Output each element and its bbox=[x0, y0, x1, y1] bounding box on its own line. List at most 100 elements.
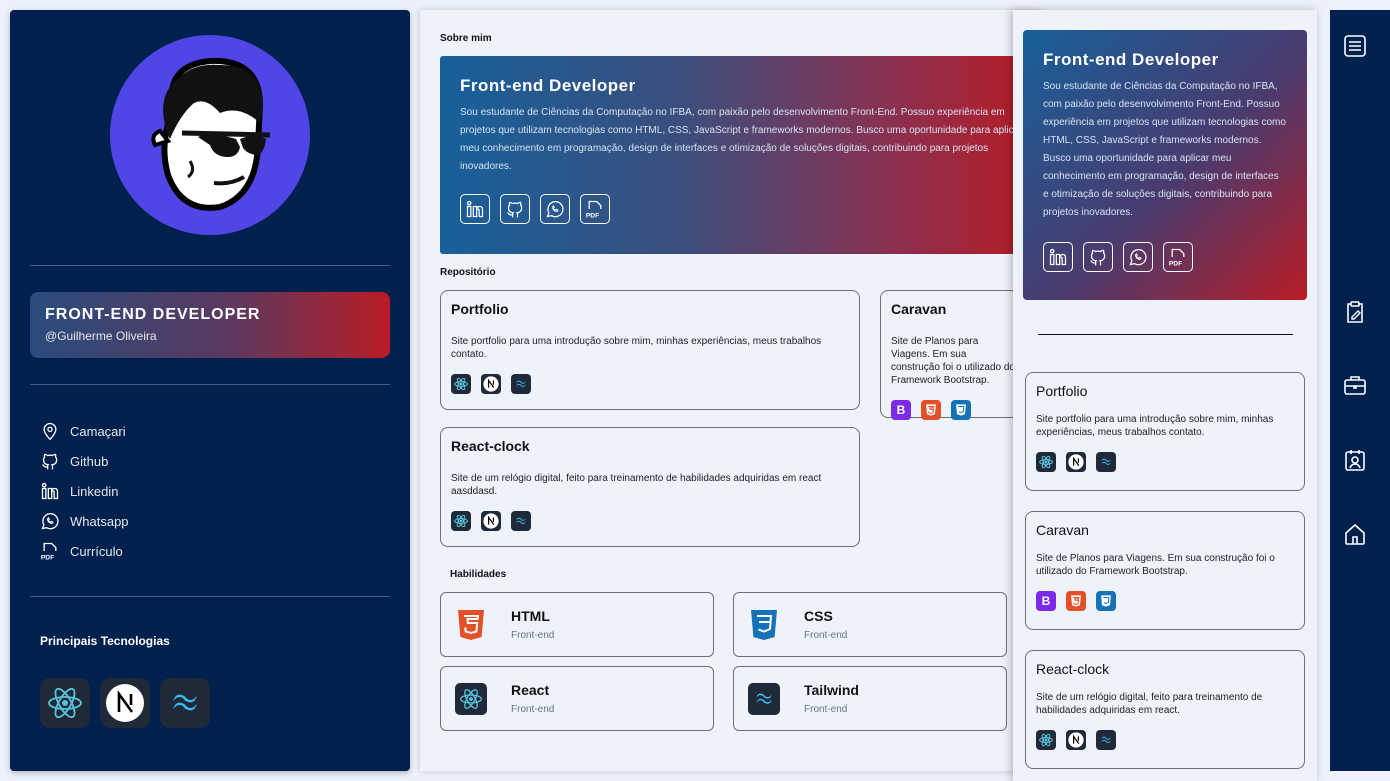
profile-sidebar: FRONT-END DEVELOPER @Guilherme Oliveira … bbox=[10, 10, 410, 771]
github-button[interactable] bbox=[1083, 242, 1113, 272]
contact-label: Camaçari bbox=[70, 423, 126, 439]
repo-heading: Repositório bbox=[440, 267, 496, 278]
skill-name: HTML bbox=[511, 608, 550, 624]
repo-card-react-clock[interactable]: React-clock Site de um relógio digital, … bbox=[440, 427, 860, 547]
react-icon bbox=[1036, 452, 1056, 472]
resume-button[interactable]: PDF bbox=[1163, 242, 1193, 272]
github-button[interactable] bbox=[500, 194, 530, 224]
nextjs-icon bbox=[481, 374, 501, 394]
developer-title-card: FRONT-END DEVELOPER @Guilherme Oliveira bbox=[30, 292, 390, 358]
tailwind-icon bbox=[511, 511, 531, 531]
react-icon bbox=[451, 511, 471, 531]
whatsapp-button[interactable] bbox=[540, 194, 570, 224]
whatsapp-icon bbox=[41, 513, 59, 530]
developer-handle: @Guilherme Oliveira bbox=[45, 329, 157, 343]
tailwind-icon bbox=[748, 682, 780, 715]
nextjs-icon bbox=[481, 511, 501, 531]
contact-label: Github bbox=[70, 453, 109, 469]
html5-icon bbox=[1066, 591, 1086, 611]
tailwind-icon bbox=[511, 374, 531, 394]
mobile-preview-panel: Front-end Developer Sou estudante de Ciê… bbox=[1013, 10, 1317, 781]
resume-button[interactable]: PDF bbox=[580, 194, 610, 224]
panel-repo-card-portfolio[interactable]: Portfolio Site portfolio para uma introd… bbox=[1025, 372, 1305, 491]
contact-resume[interactable]: PDF Currículo bbox=[40, 540, 123, 562]
developer-title: FRONT-END DEVELOPER bbox=[45, 306, 261, 323]
contact-label: Currículo bbox=[70, 543, 123, 559]
menu-button[interactable] bbox=[1342, 33, 1368, 59]
tailwind-icon bbox=[160, 678, 210, 728]
linkedin-button[interactable] bbox=[460, 194, 490, 224]
repo-name: Caravan bbox=[1036, 522, 1089, 538]
avatar-cartoon-icon bbox=[151, 57, 271, 211]
skill-sub: Front-end bbox=[804, 630, 848, 641]
panel-repo-card-react-clock[interactable]: React-clock Site de um relógio digital, … bbox=[1025, 650, 1305, 769]
pdf-icon: PDF bbox=[1169, 248, 1185, 267]
contact-card-icon bbox=[1345, 450, 1365, 471]
skill-sub: Front-end bbox=[804, 704, 848, 715]
contact-label: Whatsapp bbox=[70, 513, 129, 529]
nav-portfolio[interactable] bbox=[1342, 372, 1368, 398]
social-links: PDF bbox=[460, 194, 1020, 224]
linkedin-icon bbox=[41, 482, 59, 500]
contact-label: Linkedin bbox=[70, 483, 119, 499]
panel-about-title: Front-end Developer bbox=[1043, 50, 1219, 69]
repo-card-portfolio[interactable]: Portfolio Site portfolio para uma introd… bbox=[440, 290, 860, 410]
about-heading: Sobre mim bbox=[440, 33, 492, 44]
contact-linkedin[interactable]: Linkedin bbox=[40, 480, 118, 502]
skill-sub: Front-end bbox=[511, 630, 555, 641]
panel-repo-card-caravan[interactable]: Caravan Site de Planos para Viagens. Em … bbox=[1025, 511, 1305, 630]
linkedin-icon bbox=[466, 200, 484, 218]
react-icon bbox=[40, 678, 90, 728]
skill-html[interactable]: HTML Front-end bbox=[440, 592, 714, 657]
whatsapp-icon bbox=[1129, 249, 1147, 266]
repo-desc: Site de Planos para Viagens. Em sua cons… bbox=[891, 336, 1015, 386]
skill-css[interactable]: CSS Front-end bbox=[733, 592, 1007, 657]
nextjs-icon bbox=[1066, 452, 1086, 472]
skill-react[interactable]: React Front-end bbox=[440, 666, 714, 731]
contact-location[interactable]: Camaçari bbox=[40, 420, 126, 442]
nav-home[interactable] bbox=[1342, 521, 1368, 547]
svg-text:PDF: PDF bbox=[41, 554, 54, 561]
repo-desc: Site de um relógio digital, feito para t… bbox=[1036, 692, 1263, 716]
tech-title: Principais Tecnologias bbox=[40, 634, 170, 648]
pdf-icon: PDF bbox=[41, 542, 57, 561]
nav-skills[interactable] bbox=[1342, 299, 1368, 325]
location-pin-icon bbox=[43, 422, 57, 441]
tailwind-icon bbox=[1096, 452, 1116, 472]
contact-github[interactable]: Github bbox=[40, 450, 108, 472]
github-icon bbox=[42, 453, 58, 470]
briefcase-icon bbox=[1344, 376, 1366, 395]
html5-icon bbox=[458, 609, 484, 640]
react-icon bbox=[455, 682, 487, 715]
nextjs-icon bbox=[1066, 730, 1086, 750]
github-icon bbox=[507, 201, 523, 218]
panel-about-text: Sou estudante de Ciências da Computação … bbox=[1043, 81, 1286, 218]
about-title: Front-end Developer bbox=[460, 76, 636, 95]
repo-name: React-clock bbox=[451, 438, 530, 454]
css3-icon bbox=[751, 609, 777, 640]
bootstrap-icon: B bbox=[891, 400, 911, 420]
nav-contact[interactable] bbox=[1342, 447, 1368, 473]
skill-tailwind[interactable]: Tailwind Front-end bbox=[733, 666, 1007, 731]
repo-name: Portfolio bbox=[1036, 383, 1088, 399]
skill-name: Tailwind bbox=[804, 682, 859, 698]
tailwind-icon bbox=[1096, 730, 1116, 750]
whatsapp-icon bbox=[546, 201, 564, 218]
github-icon bbox=[1090, 249, 1106, 266]
menu-icon bbox=[1344, 35, 1366, 57]
bootstrap-icon: B bbox=[1036, 591, 1056, 611]
nextjs-icon bbox=[100, 678, 150, 728]
linkedin-button[interactable] bbox=[1043, 242, 1073, 272]
css3-icon bbox=[951, 400, 971, 420]
repo-desc: Site portfolio para uma introdução sobre… bbox=[451, 336, 822, 360]
repo-name: React-clock bbox=[1036, 661, 1110, 677]
contact-whatsapp[interactable]: Whatsapp bbox=[40, 510, 129, 532]
whatsapp-button[interactable] bbox=[1123, 242, 1153, 272]
skill-sub: Front-end bbox=[511, 704, 555, 715]
panel-about-card: Front-end Developer Sou estudante de Ciê… bbox=[1023, 30, 1307, 300]
panel-social-links: PDF bbox=[1043, 242, 1287, 272]
skills-heading: Habilidades bbox=[450, 569, 507, 580]
about-card: Front-end Developer Sou estudante de Ciê… bbox=[440, 56, 1040, 254]
skill-name: CSS bbox=[804, 608, 833, 624]
skill-name: React bbox=[511, 682, 550, 698]
